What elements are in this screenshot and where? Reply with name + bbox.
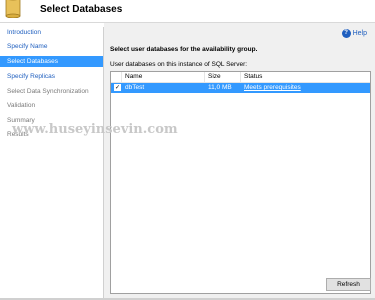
nav-item-specify-replicas[interactable]: Specify Replicas bbox=[0, 71, 103, 82]
nav-item-introduction[interactable]: Introduction bbox=[0, 27, 103, 38]
nav-item-select-data-synchronization: Select Data Synchronization bbox=[7, 88, 89, 95]
databases-table[interactable]: Name Size Status ✓ dbTest 11,0 MB Meets … bbox=[110, 71, 371, 294]
help-link[interactable]: ? Help bbox=[341, 29, 367, 38]
main-panel: ? Help Select user databases for the ava… bbox=[104, 23, 375, 300]
status-link[interactable]: Meets prerequisites bbox=[244, 84, 301, 91]
row-checkbox[interactable]: ✓ bbox=[114, 84, 121, 91]
nav-item-validation: Validation bbox=[7, 102, 36, 109]
table-header: Name Size Status bbox=[111, 72, 370, 83]
page-title: Select Databases bbox=[40, 4, 123, 15]
column-header-size[interactable]: Size bbox=[205, 72, 241, 82]
cell-status: Meets prerequisites bbox=[241, 83, 370, 93]
cell-size: 11,0 MB bbox=[208, 84, 232, 91]
page-header: Select Databases bbox=[0, 0, 375, 23]
help-icon: ? bbox=[341, 29, 351, 38]
nav-item-select-databases[interactable]: Select Databases bbox=[0, 56, 103, 67]
table-label: User databases on this instance of SQL S… bbox=[110, 61, 248, 68]
wizard-sidebar: Introduction Specify Name Select Databas… bbox=[0, 27, 104, 300]
cell-name: dbTest bbox=[125, 84, 145, 91]
column-header-name[interactable]: Name bbox=[122, 72, 205, 82]
watermark-text: www.huseyinsevin.com bbox=[12, 122, 178, 137]
column-header-status[interactable]: Status bbox=[241, 72, 370, 82]
database-icon bbox=[5, 0, 21, 18]
nav-item-specify-name[interactable]: Specify Name bbox=[0, 41, 103, 52]
table-row[interactable]: ✓ dbTest 11,0 MB Meets prerequisites bbox=[111, 83, 370, 93]
refresh-button[interactable]: Refresh bbox=[326, 278, 371, 291]
checkbox-column-header bbox=[111, 72, 122, 82]
help-label: Help bbox=[352, 30, 367, 37]
instruction-text: Select user databases for the availabili… bbox=[110, 46, 258, 53]
